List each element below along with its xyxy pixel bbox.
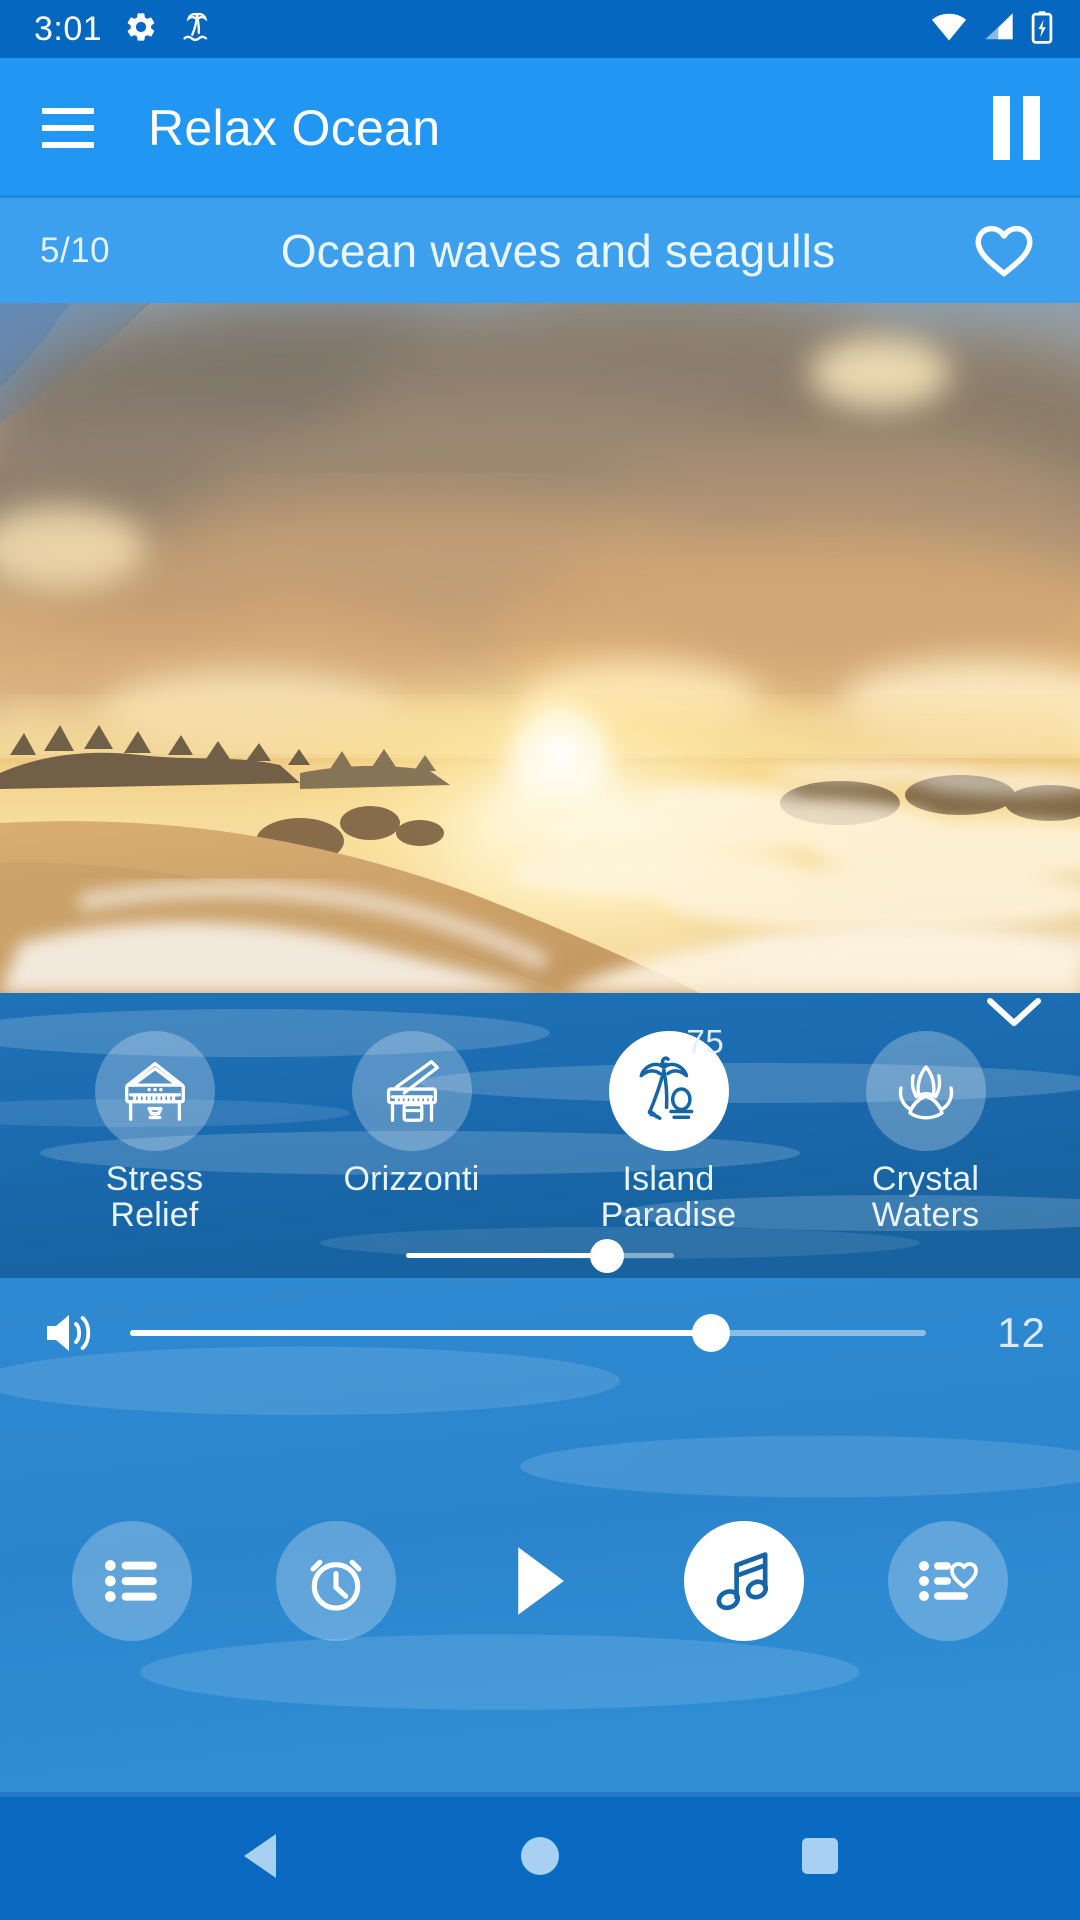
master-volume-slider[interactable]	[130, 1310, 926, 1356]
android-navigation-bar	[0, 1792, 1080, 1920]
chevron-down-icon[interactable]	[984, 995, 1044, 1029]
hamburger-line	[42, 142, 94, 148]
sound-volume-slider[interactable]	[406, 1236, 674, 1276]
sound-label-line: Stress	[105, 1159, 204, 1198]
sounds-mixer-button[interactable]	[684, 1521, 804, 1641]
home-button[interactable]	[480, 1796, 600, 1916]
hamburger-line	[42, 125, 94, 131]
palm-tree-island-icon	[639, 1056, 693, 1120]
sound-label-line: Island	[622, 1159, 715, 1198]
sound-label: Orizzonti	[344, 1161, 480, 1197]
sound-volume-badge: 75	[686, 1022, 725, 1060]
pause-icon[interactable]	[987, 90, 1046, 166]
sound-volume-slider-row	[0, 1234, 1080, 1278]
sound-mixer-panel: Stress Relief Orizzonti 75 Island Paradi…	[0, 993, 1080, 1278]
volume-row: 12	[0, 1278, 1080, 1388]
mixer-collapse-row	[0, 993, 1080, 1031]
sound-item-stress-relief[interactable]: Stress Relief	[55, 1030, 255, 1234]
sound-label-line: Crystal	[871, 1159, 980, 1198]
gear-icon	[124, 10, 158, 49]
sound-label: Crystal Waters	[872, 1161, 980, 1234]
recents-button[interactable]	[760, 1796, 880, 1916]
sound-list: Stress Relief Orizzonti 75 Island Paradi…	[0, 1023, 1080, 1234]
piano-icon	[124, 1061, 185, 1121]
music-note-icon	[716, 1552, 769, 1611]
battery-charging-icon	[1030, 10, 1054, 49]
heart-outline-icon	[975, 225, 1033, 276]
status-bar-right	[930, 10, 1054, 49]
player-controls	[0, 1388, 1080, 1792]
track-title: Ocean waves and seagulls	[280, 224, 836, 277]
app-screen: 3:01 Relax Ocean 5/10 Ocean waves and se…	[0, 0, 1080, 1920]
play-button[interactable]	[480, 1521, 600, 1641]
status-bar: 3:01	[0, 0, 1080, 58]
scene-image	[0, 303, 1080, 993]
home-circle-icon	[521, 1837, 559, 1875]
player-panel: 12	[0, 1278, 1080, 1792]
app-bar: Relax Ocean	[0, 58, 1080, 198]
sound-label-line: Waters	[871, 1196, 980, 1235]
sound-label-line: Orizzonti	[343, 1159, 480, 1198]
slider-thumb[interactable]	[692, 1314, 731, 1352]
sound-label-line: Relief	[110, 1196, 199, 1235]
status-bar-left: 3:01	[34, 9, 214, 50]
list-heart-icon	[919, 1561, 978, 1601]
track-index: 5/10	[40, 230, 111, 270]
page-title: Relax Ocean	[148, 100, 441, 156]
back-triangle-icon	[244, 1834, 276, 1878]
favorites-button[interactable]	[888, 1521, 1008, 1641]
sound-label-line: Paradise	[600, 1196, 737, 1235]
sound-icon-wrapper	[351, 1030, 472, 1151]
speaker-volume-icon[interactable]	[40, 1307, 102, 1359]
mixer-content: Stress Relief Orizzonti 75 Island Paradi…	[0, 993, 1080, 1278]
wifi-icon	[930, 12, 968, 47]
pause-bar	[1023, 96, 1040, 160]
volume-value: 12	[997, 1309, 1046, 1356]
cellular-signal-icon	[982, 12, 1016, 47]
grand-piano-icon	[386, 1059, 439, 1122]
player-content: 12	[0, 1278, 1080, 1792]
sound-icon-wrapper	[865, 1030, 986, 1151]
hamburger-line	[42, 108, 94, 114]
sound-item-crystal-waters[interactable]: Crystal Waters	[826, 1030, 1026, 1234]
back-button[interactable]	[200, 1796, 320, 1916]
island-palm-icon	[180, 9, 214, 50]
sound-label: Stress Relief	[106, 1161, 204, 1234]
favorite-button[interactable]	[966, 222, 1042, 280]
hamburger-menu-icon[interactable]	[42, 108, 94, 148]
pause-bar	[993, 96, 1010, 160]
recents-square-icon	[802, 1838, 838, 1874]
sound-item-orizzonti[interactable]: Orizzonti	[312, 1030, 512, 1197]
track-bar: 5/10 Ocean waves and seagulls	[0, 198, 1080, 303]
list-icon	[104, 1560, 157, 1602]
slider-fill	[406, 1253, 607, 1259]
playlist-button[interactable]	[72, 1521, 192, 1641]
lotus-flower-icon	[898, 1065, 953, 1120]
play-triangle-icon	[518, 1547, 564, 1615]
status-bar-clock: 3:01	[34, 10, 103, 48]
sleep-timer-button[interactable]	[276, 1521, 396, 1641]
sound-label: Island Paradise	[601, 1161, 737, 1234]
sound-icon-wrapper	[94, 1030, 215, 1151]
slider-thumb[interactable]	[590, 1238, 624, 1273]
alarm-clock-icon	[310, 1559, 362, 1611]
ocean-sunset-illustration	[0, 303, 1080, 993]
slider-fill	[130, 1330, 712, 1336]
sound-item-island-paradise[interactable]: 75 Island Paradise	[569, 1023, 769, 1234]
